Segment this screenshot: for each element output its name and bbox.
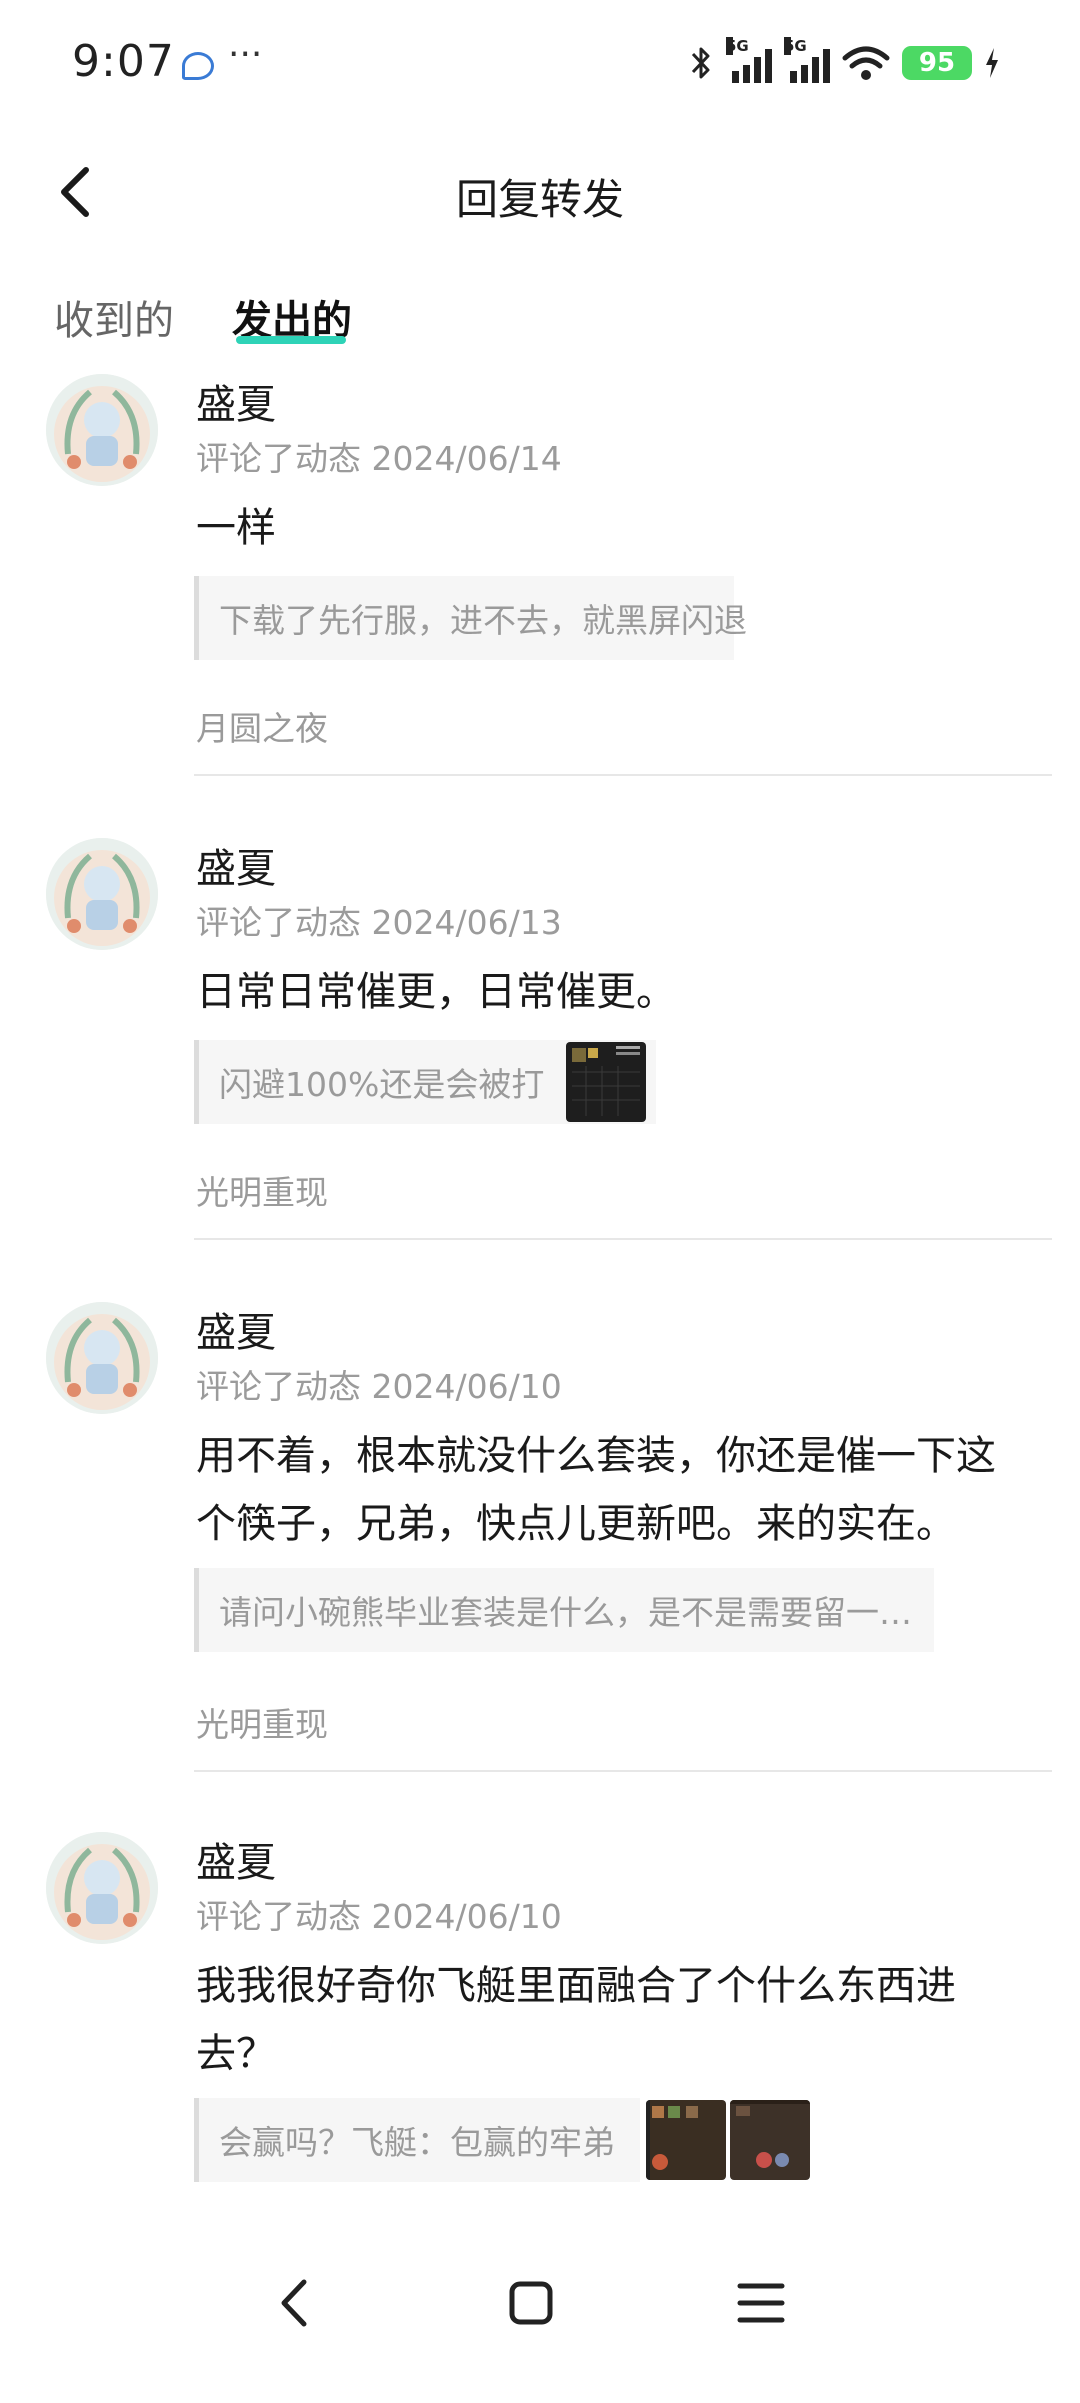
quoted-text: 请问小碗熊毕业套装是什么，是不是需要留一…	[219, 1593, 912, 1632]
comment-text[interactable]: 一样	[196, 494, 1020, 562]
divider	[194, 774, 1052, 776]
chat-bubble-icon	[182, 52, 214, 80]
more-dots-icon: ···	[228, 34, 263, 75]
user-name[interactable]: 盛夏	[196, 1300, 276, 1358]
quoted-text: 闪避100%还是会被打	[219, 1065, 545, 1104]
list-item[interactable]: 盛夏 评论了动态 2024/06/13 日常日常催更，日常催更。 闪避100%还…	[0, 836, 1080, 1300]
comment-meta: 评论了动态 2024/06/14	[196, 439, 562, 478]
charging-bolt-icon	[986, 48, 998, 78]
signal-label: 5G	[726, 37, 749, 55]
back-nav-icon[interactable]	[260, 2268, 330, 2338]
reply-list[interactable]: 盛夏 评论了动态 2024/06/14 一样 下载了先行服，进不去，就黑屏闪退 …	[0, 372, 1080, 2212]
divider	[194, 1238, 1052, 1240]
quoted-post[interactable]: 会赢吗？飞艇：包赢的牢弟	[194, 2098, 640, 2182]
comment-text[interactable]: 我我很好奇你飞艇里面融合了个什么东西进去？	[196, 1952, 996, 2088]
user-name[interactable]: 盛夏	[196, 836, 276, 894]
source-topic[interactable]: 光明重现	[196, 1166, 328, 1214]
signal-icon: 5G	[726, 37, 772, 83]
user-name[interactable]: 盛夏	[196, 372, 276, 430]
list-item[interactable]: 盛夏 评论了动态 2024/06/10 用不着，根本就没什么套装，你还是催一下这…	[0, 1300, 1080, 1830]
quoted-post[interactable]: 下载了先行服，进不去，就黑屏闪退	[194, 576, 747, 660]
comment-text[interactable]: 日常日常催更，日常催更。	[196, 958, 1020, 1026]
page-title: 回复转发	[455, 175, 624, 224]
system-nav-bar	[0, 2212, 1080, 2403]
menu-nav-icon[interactable]	[726, 2268, 796, 2338]
comment-meta: 评论了动态 2024/06/13	[196, 903, 562, 942]
quoted-text: 会赢吗？飞艇：包赢的牢弟	[219, 2123, 615, 2162]
comment-meta: 评论了动态 2024/06/10	[196, 1897, 562, 1936]
quoted-image-thumbnail[interactable]	[646, 2100, 726, 2180]
wifi-icon	[842, 46, 890, 80]
signal-label: 5G	[784, 37, 807, 55]
list-item[interactable]: 盛夏 评论了动态 2024/06/14 一样 下载了先行服，进不去，就黑屏闪退 …	[0, 372, 1080, 836]
avatar[interactable]	[46, 374, 158, 486]
source-topic[interactable]: 月圆之夜	[196, 702, 328, 750]
quoted-image-thumbnail[interactable]	[730, 2100, 810, 2180]
status-bar: 9:07 ··· 5G 5G 95	[0, 0, 1080, 130]
user-name[interactable]: 盛夏	[196, 1830, 276, 1888]
source-topic[interactable]: 光明重现	[196, 1698, 328, 1746]
tab-received[interactable]: 收到的	[54, 288, 174, 346]
signal-icon: 5G	[784, 37, 830, 83]
quoted-image-thumbnail[interactable]	[566, 1042, 646, 1122]
avatar[interactable]	[46, 1832, 158, 1944]
active-tab-indicator	[236, 336, 346, 344]
comment-text[interactable]: 用不着，根本就没什么套装，你还是催一下这个筷子，兄弟，快点儿更新吧。来的实在。	[196, 1422, 1020, 1558]
battery-icon: 95	[902, 46, 972, 80]
avatar[interactable]	[46, 1302, 158, 1414]
quoted-text: 下载了先行服，进不去，就黑屏闪退	[219, 601, 747, 640]
status-time: 9:07	[72, 36, 175, 87]
home-nav-icon[interactable]	[496, 2268, 566, 2338]
list-item[interactable]: 盛夏 评论了动态 2024/06/10 我我很好奇你飞艇里面融合了个什么东西进去…	[0, 1830, 1080, 2212]
avatar[interactable]	[46, 838, 158, 950]
bluetooth-icon	[691, 47, 710, 79]
divider	[194, 1770, 1052, 1772]
comment-meta: 评论了动态 2024/06/10	[196, 1367, 562, 1406]
status-icons: 5G 5G 95	[688, 37, 1000, 88]
quoted-post[interactable]: 请问小碗熊毕业套装是什么，是不是需要留一…	[194, 1568, 934, 1652]
